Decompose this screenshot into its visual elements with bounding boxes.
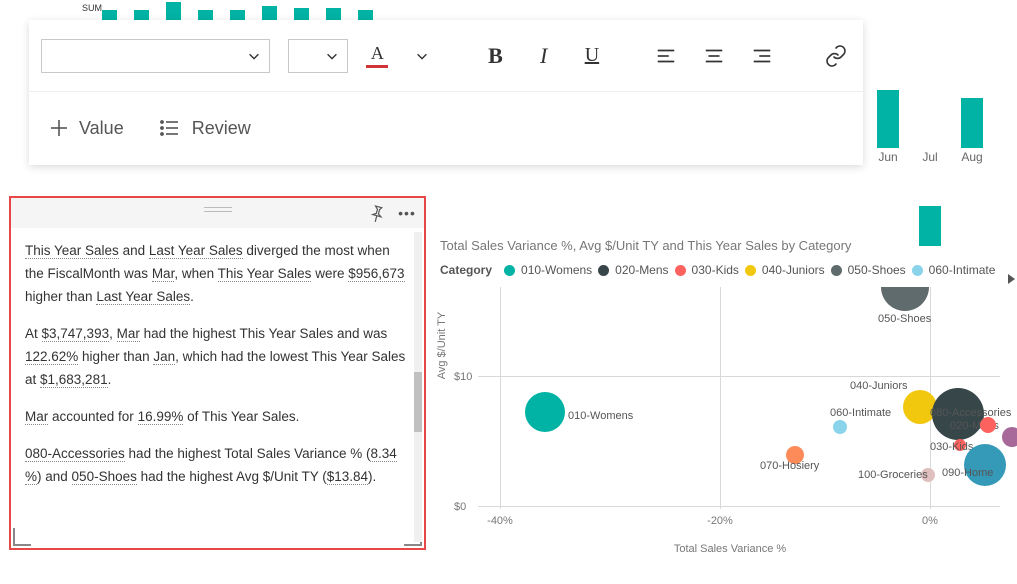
align-right-button[interactable] <box>747 38 777 74</box>
bubble-label: 100-Groceries <box>858 469 928 481</box>
y-axis-label: Avg $/Unit TY <box>436 312 448 379</box>
legend-item[interactable]: 060-Intimate <box>929 263 996 277</box>
bubble-intimate[interactable] <box>833 420 847 434</box>
legend-item[interactable]: 050-Shoes <box>848 263 906 277</box>
value-label: Value <box>79 118 124 139</box>
month-jul: Jul <box>915 150 945 163</box>
month-jun: Jun <box>873 150 903 163</box>
legend-item[interactable]: 030-Kids <box>692 263 739 277</box>
font-color-letter: A <box>371 43 384 64</box>
bold-button[interactable]: B <box>480 38 510 74</box>
insert-link-button[interactable] <box>821 38 851 74</box>
bubble-label: 090-Home <box>942 467 993 479</box>
legend-next-button[interactable] <box>1008 274 1015 284</box>
legend-item[interactable]: 040-Juniors <box>762 263 825 277</box>
more-options-button[interactable]: ••• <box>396 202 418 224</box>
font-color-dropdown[interactable] <box>407 38 437 74</box>
align-center-button[interactable] <box>699 38 729 74</box>
scatter-plot-area: Avg $/Unit TY Total Sales Variance % -40… <box>460 287 1000 527</box>
scrollbar-thumb[interactable] <box>414 372 422 432</box>
narrative-text[interactable]: This Year Sales and Last Year Sales dive… <box>11 228 424 548</box>
month-aug: Aug <box>957 150 987 163</box>
plus-icon <box>49 118 69 138</box>
list-icon <box>158 116 182 140</box>
chevron-down-icon <box>415 49 429 63</box>
grip-icon[interactable] <box>204 207 232 212</box>
color-bar-icon <box>366 65 388 68</box>
bubble-label: 070-Hosiery <box>760 460 819 472</box>
font-color-button[interactable]: A <box>366 38 389 74</box>
sum-label: SUM <box>82 3 102 13</box>
review-button[interactable]: Review <box>150 116 259 140</box>
x-axis-label: Total Sales Variance % <box>674 543 786 555</box>
review-label: Review <box>192 118 251 139</box>
y-tick: $10 <box>454 371 472 383</box>
x-tick: -40% <box>487 515 513 527</box>
bubble-extra[interactable] <box>1002 427 1017 447</box>
visual-header: ••• <box>11 198 424 228</box>
bubble-label: 040-Juniors <box>850 380 907 392</box>
italic-button[interactable]: I <box>529 38 559 74</box>
scatter-chart[interactable]: Total Sales Variance %, Avg $/Unit TY an… <box>440 238 1007 569</box>
bubble-label: 050-Shoes <box>878 313 931 325</box>
chevron-down-icon <box>325 49 339 63</box>
bubble-label: 030-Kids <box>930 441 973 453</box>
font-size-select[interactable] <box>288 39 348 73</box>
bubble-label: 060-Intimate <box>830 407 891 419</box>
underline-button[interactable]: U <box>577 38 607 74</box>
chart-legend: Category 010-Womens 020-Mens 030-Kids 04… <box>440 263 1007 277</box>
bubble-label: 010-Womens <box>568 410 633 422</box>
narrative-visual[interactable]: ••• This Year Sales and Last Year Sales … <box>9 196 426 550</box>
y-tick: $0 <box>454 501 466 513</box>
legend-title: Category <box>440 263 492 277</box>
legend-item[interactable]: 020-Mens <box>615 263 668 277</box>
pin-icon <box>368 204 386 222</box>
x-tick: -20% <box>707 515 733 527</box>
add-value-button[interactable]: Value <box>41 118 132 139</box>
chevron-down-icon <box>247 49 261 63</box>
format-toolbar: A B I U Value <box>29 20 863 165</box>
bubble-accessories[interactable] <box>980 417 996 433</box>
scrollbar[interactable] <box>414 232 422 542</box>
font-family-select[interactable] <box>41 39 270 73</box>
month-bar-chart: Jun Jul Aug <box>867 40 997 160</box>
bubble-home[interactable] <box>964 444 1006 486</box>
chart-title: Total Sales Variance %, Avg $/Unit TY an… <box>440 238 1007 253</box>
x-tick: 0% <box>922 515 938 527</box>
legend-item[interactable]: 010-Womens <box>521 263 592 277</box>
bubble-shoes[interactable] <box>881 287 929 311</box>
bubble-womens[interactable] <box>525 392 565 432</box>
ellipsis-icon: ••• <box>398 205 416 221</box>
bubble-label: 080-Accessories <box>930 407 1011 419</box>
align-left-button[interactable] <box>651 38 681 74</box>
pin-button[interactable] <box>366 202 388 224</box>
